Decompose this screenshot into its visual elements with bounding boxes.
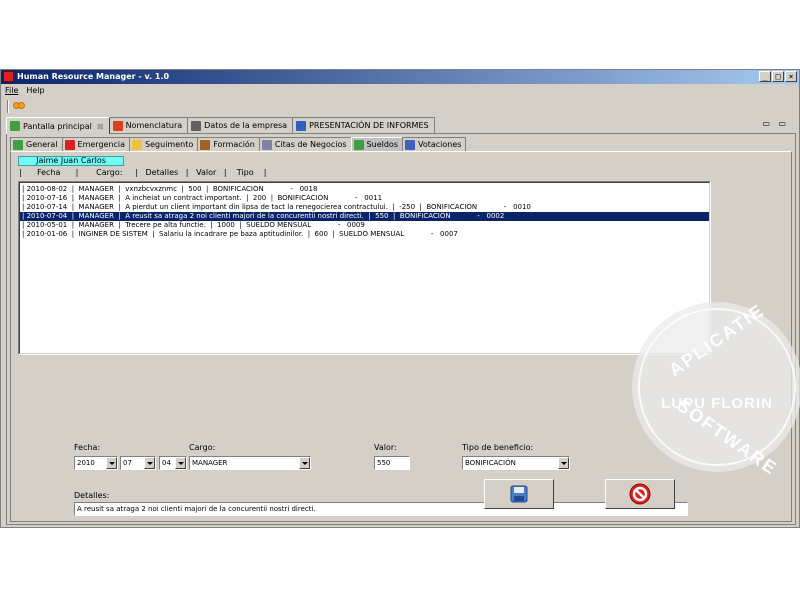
- menu-file[interactable]: File: [5, 85, 18, 97]
- toolbar: [1, 97, 799, 115]
- tipo-select[interactable]: BONIFICACIÓN: [462, 456, 570, 470]
- dropdown-arrow-icon[interactable]: [558, 457, 569, 469]
- view-controls[interactable]: ▭ ▭: [762, 119, 789, 128]
- money-icon: [353, 139, 364, 150]
- cancel-icon: [629, 483, 651, 505]
- cargo-select[interactable]: MANAGER: [189, 456, 311, 470]
- tab-label: Nomenclatura: [125, 121, 183, 130]
- sueldos-panel: Jaime Juan Carlos | Fecha | Cargo: | Det…: [10, 151, 792, 522]
- dropdown-arrow-icon[interactable]: [175, 457, 186, 469]
- tab-nomenclatura[interactable]: Nomenclatura: [108, 117, 189, 133]
- minimize-button[interactable]: _: [759, 71, 771, 82]
- tab-label: General: [26, 140, 58, 149]
- save-button[interactable]: [484, 479, 554, 509]
- list-item[interactable]: | 2010-07-04 | MANAGER | A reusit sa atr…: [20, 212, 709, 221]
- tab-label: Formación: [213, 140, 255, 149]
- month-select[interactable]: 07: [120, 456, 156, 470]
- tab-sueldos[interactable]: Sueldos: [350, 137, 403, 151]
- toolbar-people-icon[interactable]: [13, 102, 25, 110]
- column-headers: | Fecha | Cargo: | Detalles | Valor | Ti…: [19, 168, 267, 177]
- tab-general[interactable]: General: [10, 137, 63, 151]
- day-select[interactable]: 04: [159, 456, 187, 470]
- tab-label: Sueldos: [366, 140, 398, 149]
- app-icon: [3, 71, 14, 82]
- valor-label: Valor:: [374, 443, 397, 452]
- tab-emergencia[interactable]: Emergencia: [61, 137, 131, 151]
- tab-citas-negocios[interactable]: Citas de Negocios: [258, 137, 352, 151]
- cancel-button[interactable]: [605, 479, 675, 509]
- cargo-label: Cargo:: [189, 443, 216, 452]
- list-item[interactable]: | 2010-05-01 | MANAGER | Trecere pe alta…: [20, 221, 709, 230]
- records-list[interactable]: | 2010-08-02 | MANAGER | vxnzbcvxznmc | …: [18, 181, 711, 355]
- general-icon: [13, 139, 23, 150]
- window-title: Human Resource Manager - v. 1.0: [17, 72, 170, 81]
- report-icon: [296, 120, 307, 131]
- tab-label: PRESENTACIÓN DE INFORMES: [309, 121, 429, 130]
- maximize-button[interactable]: □: [772, 71, 784, 82]
- folder-icon: [132, 139, 143, 150]
- meeting-icon: [261, 139, 272, 150]
- home-icon: [10, 121, 20, 131]
- menu-help[interactable]: Help: [26, 85, 44, 97]
- tab-datos-empresa[interactable]: Datos de la empresa: [187, 117, 294, 133]
- building-icon: [191, 120, 202, 131]
- tab-label: Datos de la empresa: [204, 121, 288, 130]
- valor-input[interactable]: 550: [374, 456, 410, 470]
- year-select[interactable]: 2010: [74, 456, 118, 470]
- tab-label: Citas de Negocios: [274, 140, 347, 149]
- tab-pantalla-principal[interactable]: Pantalla principal ⊠: [6, 117, 110, 134]
- tipo-value: BONIFICACIÓN: [465, 459, 516, 467]
- tab-votaciones[interactable]: Votaciones: [401, 137, 467, 151]
- tab-presentacion-informes[interactable]: PRESENTACIÓN DE INFORMES: [292, 117, 435, 133]
- close-button[interactable]: ×: [785, 71, 797, 82]
- list-item[interactable]: | 2010-01-06 | INGINER DE SISTEM | Salar…: [20, 230, 709, 239]
- month-value: 07: [123, 459, 132, 467]
- tab-formacion[interactable]: Formación: [197, 137, 260, 151]
- tab-close-icon[interactable]: ⊠: [97, 122, 104, 131]
- cargo-value: MANAGER: [192, 459, 228, 467]
- menu-bar: File Help: [5, 85, 45, 97]
- title-bar[interactable]: Human Resource Manager - v. 1.0 _ □ ×: [1, 70, 799, 84]
- employee-name: Jaime Juan Carlos: [18, 156, 124, 166]
- list-item[interactable]: | 2010-07-14 | MANAGER | A pierdut un cl…: [20, 203, 709, 212]
- app-window: Human Resource Manager - v. 1.0 _ □ × Fi…: [0, 69, 800, 528]
- detalles-input[interactable]: A reusit sa atraga 2 noi clienti majori …: [74, 502, 688, 516]
- dropdown-arrow-icon[interactable]: [106, 457, 117, 469]
- tab-label: Pantalla principal: [23, 121, 92, 131]
- sub-tab-bar: General Emergencia Seguimento Formación …: [10, 137, 467, 151]
- tab-label: Emergencia: [77, 140, 126, 149]
- toolbar-separator: [7, 100, 9, 113]
- year-value: 2010: [77, 459, 95, 467]
- main-tab-bar: Pantalla principal ⊠ Nomenclatura Datos …: [6, 117, 435, 134]
- dropdown-arrow-icon[interactable]: [299, 457, 310, 469]
- pencil-icon: [200, 139, 211, 150]
- tab-label: Seguimento: [145, 140, 194, 149]
- vote-icon: [404, 139, 415, 150]
- list-item[interactable]: | 2010-08-02 | MANAGER | vxnzbcvxznmc | …: [20, 185, 709, 194]
- tab-label: Votaciones: [417, 140, 462, 149]
- list-item[interactable]: | 2010-07-16 | MANAGER | A incheiat un c…: [20, 194, 709, 203]
- main-panel: General Emergencia Seguimento Formación …: [6, 133, 796, 525]
- fecha-label: Fecha:: [74, 443, 101, 452]
- emergency-icon: [64, 139, 75, 150]
- save-icon: [510, 485, 528, 503]
- detalles-label: Detalles:: [74, 491, 110, 500]
- day-value: 04: [162, 459, 171, 467]
- tab-seguimento[interactable]: Seguimento: [129, 137, 199, 151]
- dropdown-arrow-icon[interactable]: [144, 457, 155, 469]
- tipo-label: Tipo de beneficio:: [462, 443, 534, 452]
- list-icon: [112, 120, 123, 131]
